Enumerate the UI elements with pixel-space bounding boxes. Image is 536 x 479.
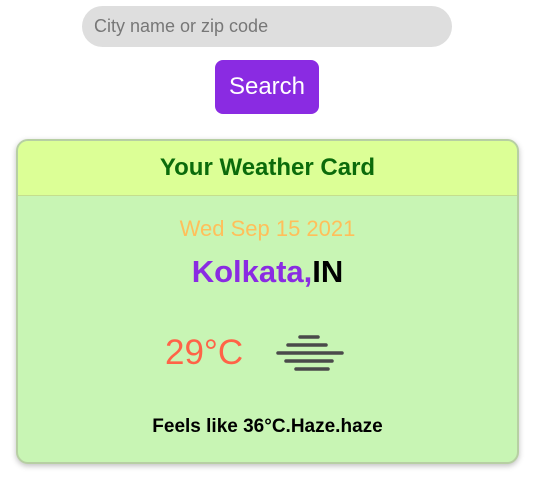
feels-like-text: Feels like 36°C.Haze.haze [152,416,383,437]
search-button[interactable]: Search [215,60,319,114]
temperature: 29°C [165,333,244,372]
search-input[interactable] [82,6,452,47]
weather-card: Your Weather Card Wed Sep 15 2021 Kolkat… [16,139,519,464]
haze-icon [276,335,344,371]
card-title: Your Weather Card [159,154,376,181]
date-text: Wed Sep 15 2021 [179,216,356,241]
card-header: Your Weather Card [18,141,517,196]
city-name: Kolkata, [191,254,313,289]
country-code: IN [312,254,344,289]
location: Kolkata,IN [18,254,517,290]
